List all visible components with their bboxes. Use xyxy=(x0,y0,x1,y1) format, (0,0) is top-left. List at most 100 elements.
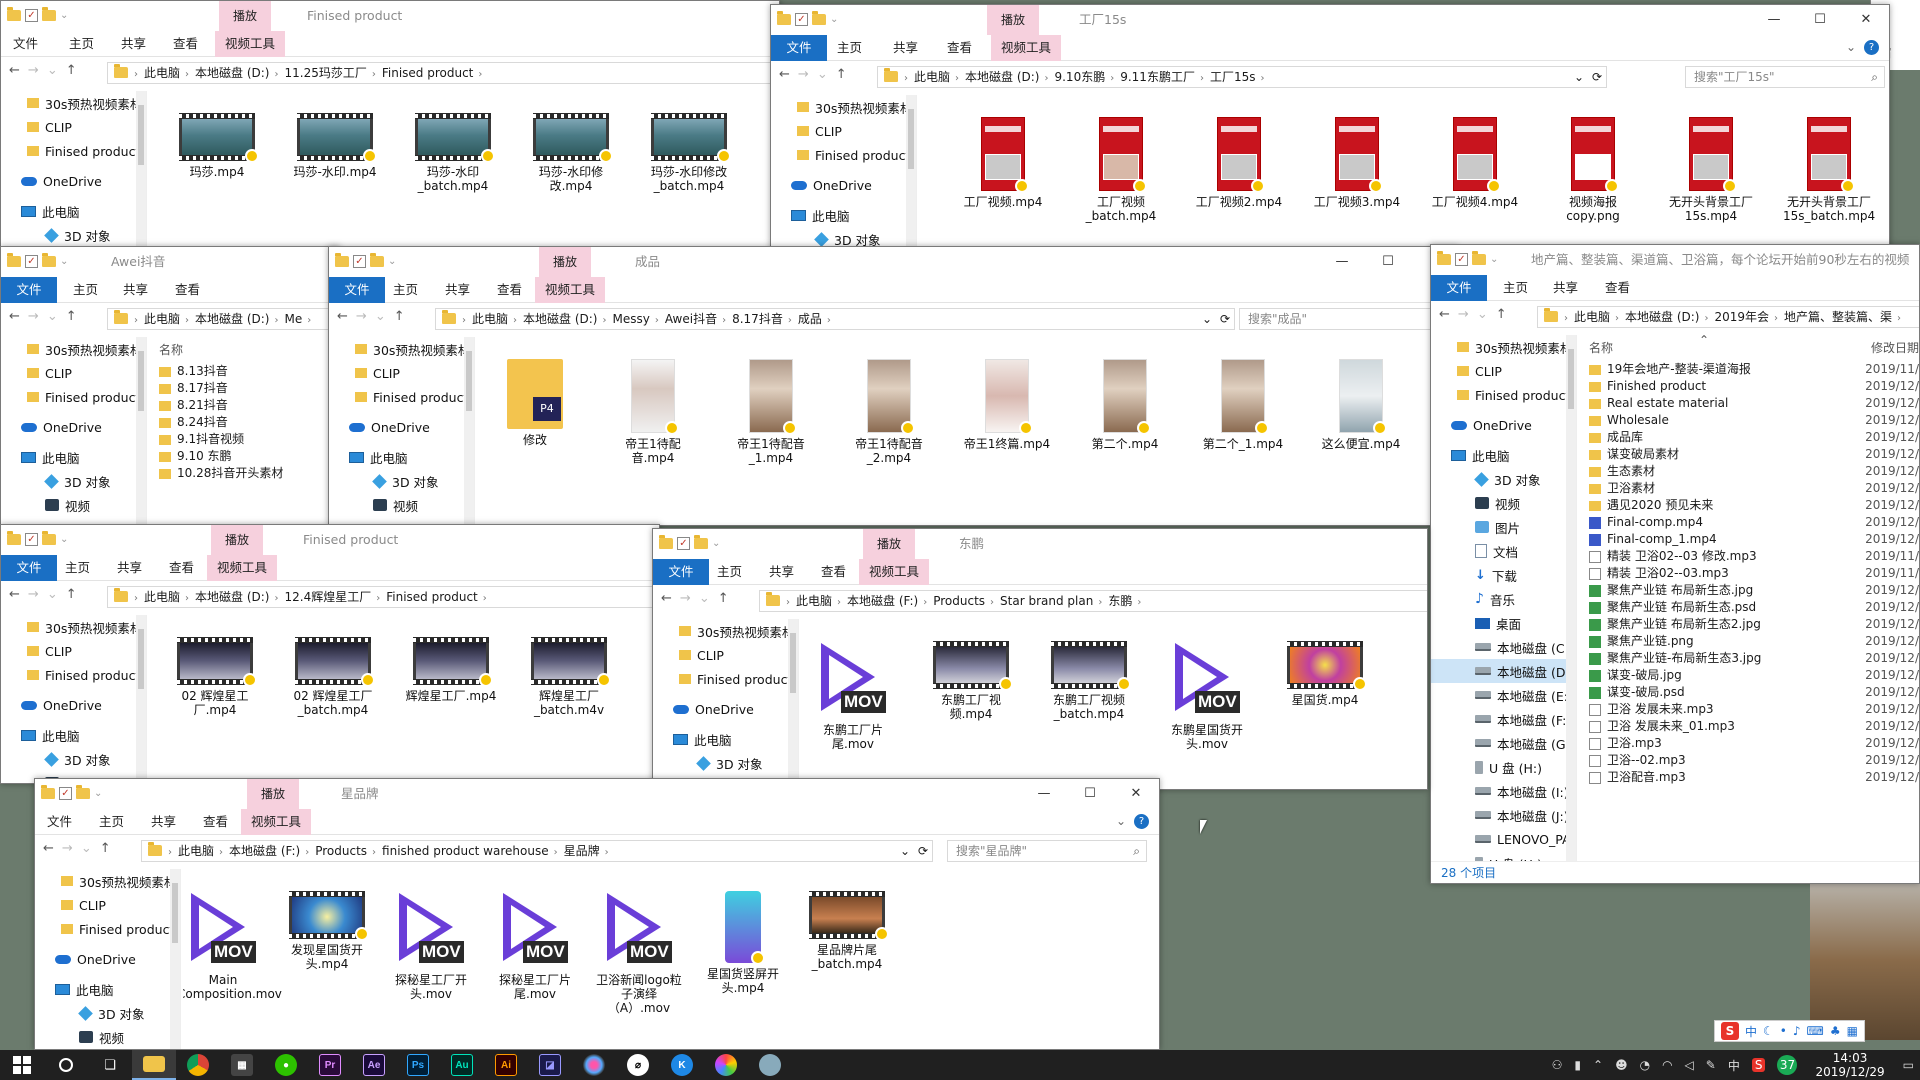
breadcrumb-segment[interactable]: 此电脑 xyxy=(472,309,508,329)
taskbar-explorer[interactable] xyxy=(132,1050,176,1080)
breadcrumb-segment[interactable]: 此电脑 xyxy=(144,309,180,329)
ime-dot-icon[interactable]: • xyxy=(1780,1024,1787,1038)
action-center-icon[interactable]: ▭ xyxy=(1903,1058,1914,1072)
breadcrumb-segment[interactable]: 本地磁盘 (D:) xyxy=(195,309,269,329)
breadcrumb-segment[interactable]: 此电脑 xyxy=(796,591,832,611)
nav-item-quick[interactable]: 30s预热视频素材 xyxy=(771,95,916,119)
breadcrumb-segment[interactable]: 本地磁盘 (D:) xyxy=(195,63,269,83)
nav-item-pc-sub[interactable]: ♪ 音乐 xyxy=(1431,587,1576,611)
close-button[interactable]: ✕ xyxy=(1113,779,1159,809)
file-item[interactable]: MOV 探秘星工厂片尾.mov xyxy=(489,891,581,1001)
address-bar[interactable]: › 此电脑 › 本地磁盘 (D:) › 2019年会 › 地产篇、整装篇、渠 › xyxy=(1537,306,1919,328)
recent-locations-button[interactable]: ⌄ xyxy=(1477,307,1488,322)
nav-item-quick[interactable]: CLIP xyxy=(35,893,180,917)
breadcrumb-segment[interactable]: 此电脑 xyxy=(144,63,180,83)
tab-video-tools[interactable]: 视频工具 xyxy=(535,277,606,303)
recent-locations-button[interactable]: ⌄ xyxy=(817,67,828,82)
back-button[interactable]: ← xyxy=(43,841,54,856)
nav-item-quick[interactable]: Finised product xyxy=(1,663,146,687)
task-view-button[interactable]: ❏ xyxy=(88,1050,132,1080)
taskbar-calculator[interactable]: ▦ xyxy=(220,1050,264,1080)
nav-item-pc-sub[interactable]: 文档 xyxy=(1431,539,1576,563)
up-button[interactable]: ↑ xyxy=(1496,307,1507,322)
explorer-window-masha[interactable]: ✓ ⌄ 播放 Finised product 文件 主页 共享 查看 视频工具 ← → ⌄ ↑ › 此电脑 ›… xyxy=(0,0,780,250)
nav-item-pc-sub[interactable]: ↓ 下载 xyxy=(1431,563,1576,587)
file-row[interactable]: 聚焦产业链.png 2019/12/ xyxy=(1579,633,1919,650)
recent-locations-button[interactable]: ⌄ xyxy=(47,63,58,78)
file-row[interactable]: 聚焦产业链-布局新生态3.jpg 2019/12/ xyxy=(1579,650,1919,667)
file-item[interactable]: 玛莎-水印修改.mp4 xyxy=(525,113,617,193)
column-header-date[interactable]: 修改日期 xyxy=(1871,335,1919,361)
context-tab-play[interactable]: 播放 xyxy=(211,525,264,555)
breadcrumb-segment[interactable]: 12.4辉煌星工厂 xyxy=(284,587,371,607)
nav-item-quick[interactable]: CLIP xyxy=(771,119,916,143)
breadcrumb-segment[interactable]: 星品牌 xyxy=(564,841,600,861)
nav-item-quick[interactable]: 30s预热视频素材 xyxy=(1,615,146,639)
breadcrumb-segment[interactable]: 此电脑 xyxy=(914,67,950,87)
minimize-button[interactable]: — xyxy=(1021,779,1067,809)
column-header-name[interactable]: 名称 xyxy=(149,337,339,363)
nav-item-this-pc[interactable]: 此电脑 xyxy=(35,977,180,1001)
tab-share[interactable]: 共享 xyxy=(123,277,148,303)
address-dropdown-button[interactable]: ⌄ xyxy=(1574,67,1584,87)
taskbar-premiere[interactable]: Pr xyxy=(308,1050,352,1080)
title-bar[interactable]: ✓ ⌄ 播放 东鹏 xyxy=(653,529,1427,559)
tab-video-tools[interactable]: 视频工具 xyxy=(241,809,312,835)
breadcrumb-segment[interactable]: 9.11东鹏工厂 xyxy=(1120,67,1195,87)
recent-locations-button[interactable]: ⌄ xyxy=(375,309,386,324)
tab-view[interactable]: 查看 xyxy=(175,277,200,303)
breadcrumb-segment[interactable]: 9.10东鹏 xyxy=(1054,67,1105,87)
file-row[interactable]: Real estate material 2019/12/ xyxy=(1579,395,1919,412)
back-button[interactable]: ← xyxy=(1439,307,1450,322)
up-button[interactable]: ↑ xyxy=(394,309,405,324)
file-item[interactable]: 星国货竖屏开头.mp4 xyxy=(697,891,789,995)
tab-home[interactable]: 主页 xyxy=(69,31,94,57)
tab-home[interactable]: 主页 xyxy=(99,809,124,835)
context-tab-play[interactable]: 播放 xyxy=(219,1,272,31)
nav-scrollbar[interactable] xyxy=(1566,335,1576,861)
nav-item-quick[interactable]: 30s预热视频素材 xyxy=(1431,335,1576,359)
tab-file[interactable]: 文件 xyxy=(47,809,72,835)
new-folder-icon[interactable] xyxy=(370,253,384,267)
breadcrumb-segment[interactable]: 本地磁盘 (D:) xyxy=(965,67,1039,87)
breadcrumb-segment[interactable]: 11.25玛莎工厂 xyxy=(284,63,366,83)
forward-button[interactable]: → xyxy=(28,63,39,78)
taskbar-aftereffects[interactable]: Ae xyxy=(352,1050,396,1080)
address-bar[interactable]: › 此电脑 › 本地磁盘 (D:) › Me › xyxy=(107,308,339,330)
file-item[interactable]: 玛莎-水印.mp4 xyxy=(289,113,381,179)
tab-file[interactable]: 文件 xyxy=(771,35,827,61)
tab-share[interactable]: 共享 xyxy=(117,555,142,581)
breadcrumb-segment[interactable]: 此电脑 xyxy=(144,587,180,607)
breadcrumb-segment[interactable]: 此电脑 xyxy=(1574,307,1610,327)
recent-locations-button[interactable]: ⌄ xyxy=(47,309,58,324)
nav-item-3d-objects[interactable]: 3D 对象 xyxy=(1,747,146,771)
maximize-button[interactable]: ☐ xyxy=(1067,779,1113,809)
address-bar[interactable]: › 此电脑 › 本地磁盘 (D:) › Messy › Awei抖音 › 8.17抖音 › 成品 › ⌄ ⟳ xyxy=(435,308,1235,330)
explorer-window-factory15s[interactable]: ✓ ⌄ 播放 工厂15s — ☐ ✕ 文件 主页 共享 查看 视频工具 ⌄? ← → ⌄ ↑ › 此电脑 › 本地磁盘 … xyxy=(770,4,1890,250)
title-bar[interactable]: ✓⌄播放成品—☐✕ xyxy=(329,247,1457,277)
file-row[interactable]: Wholesale 2019/12/ xyxy=(1579,412,1919,429)
tab-view[interactable]: 查看 xyxy=(947,35,972,61)
volume-icon[interactable]: ◁ xyxy=(1685,1058,1694,1072)
pen-icon[interactable]: ✎ xyxy=(1706,1058,1716,1072)
nav-item-pc-sub[interactable]: 本地磁盘 (C:) xyxy=(1431,635,1576,659)
breadcrumb-segment[interactable]: 本地磁盘 (D:) xyxy=(1625,307,1699,327)
properties-check-icon[interactable]: ✓ xyxy=(795,13,808,26)
new-folder-icon[interactable] xyxy=(42,531,56,545)
ime-moon-icon[interactable]: ☾ xyxy=(1763,1024,1774,1038)
file-item[interactable]: 玛莎-水印修改_batch.mp4 xyxy=(643,113,735,193)
nav-item-quick[interactable]: CLIP xyxy=(329,361,474,385)
new-folder-icon[interactable] xyxy=(76,785,90,799)
search-icon[interactable]: ⌕ xyxy=(1871,67,1878,87)
nav-item-quick[interactable]: Finised product xyxy=(771,143,916,167)
close-button[interactable]: ✕ xyxy=(1843,5,1889,35)
file-row[interactable]: 遇见2020 预见未来 2019/12/ xyxy=(1579,497,1919,514)
recent-locations-button[interactable]: ⌄ xyxy=(81,841,92,856)
taskbar-app-color[interactable] xyxy=(704,1050,748,1080)
file-item[interactable]: 东鹏工厂视频.mp4 xyxy=(925,641,1017,721)
file-item[interactable]: 星品牌片尾_batch.mp4 xyxy=(801,891,893,971)
breadcrumb-segment[interactable]: 此电脑 xyxy=(178,841,214,861)
file-row[interactable]: 聚焦产业链 布局新生态.psd 2019/12/ xyxy=(1579,599,1919,616)
title-bar[interactable]: ✓ ⌄ 播放 星品牌 — ☐ ✕ xyxy=(35,779,1159,809)
start-button[interactable] xyxy=(0,1050,44,1080)
